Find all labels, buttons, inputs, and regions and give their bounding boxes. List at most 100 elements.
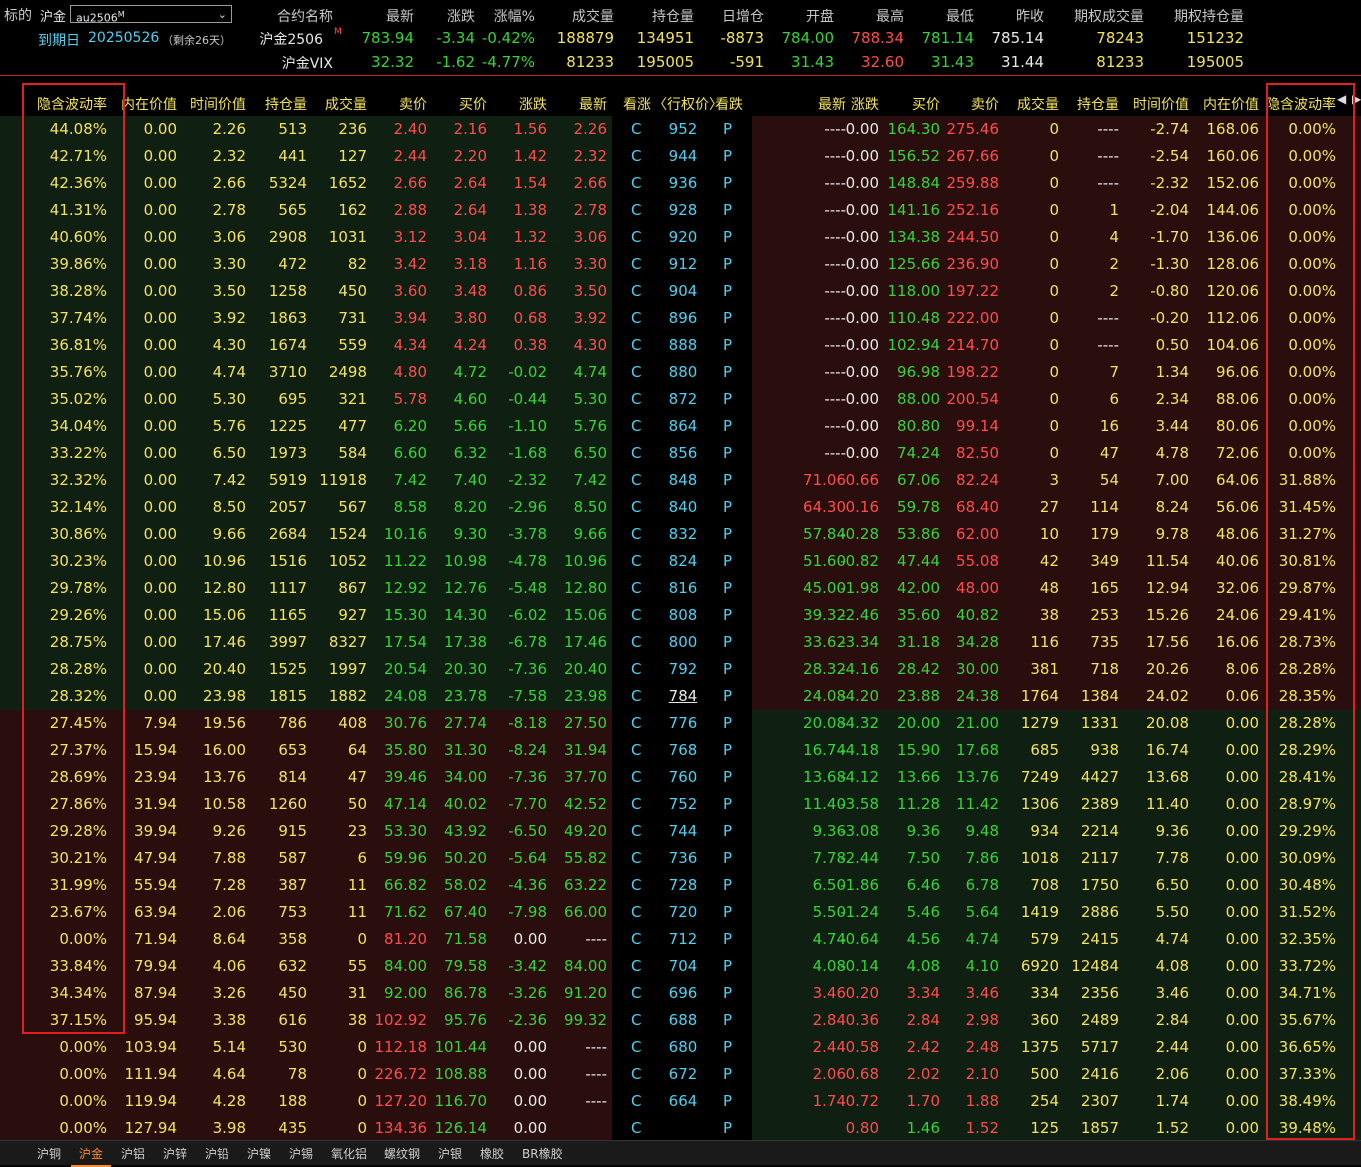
call-cell-8[interactable]: 2.26: [574, 120, 607, 138]
strike-price[interactable]: 776: [660, 714, 706, 732]
put-cell-8[interactable]: 0.00%: [1288, 201, 1336, 219]
put-cell-1[interactable]: 0.00: [846, 201, 879, 219]
call-cell-3[interactable]: 441: [278, 147, 307, 165]
call-cell-4[interactable]: 64: [348, 741, 367, 759]
call-cell-7[interactable]: -4.78: [508, 552, 547, 570]
call-cell-8[interactable]: 27.50: [564, 714, 607, 732]
call-cell-6[interactable]: 101.44: [435, 1038, 488, 1056]
scroll-left-icon[interactable]: ◀: [1337, 92, 1346, 106]
call-cell-8[interactable]: 4.74: [574, 363, 607, 381]
put-cell-7[interactable]: 40.06: [1216, 552, 1259, 570]
put-cell-8[interactable]: 30.48%: [1279, 876, 1336, 894]
call-cell-6[interactable]: 50.20: [444, 849, 487, 867]
call-cell-4[interactable]: 50: [348, 795, 367, 813]
call-flag[interactable]: C: [631, 822, 641, 840]
put-cell-5[interactable]: 16: [1100, 417, 1119, 435]
put-cell-5[interactable]: ----: [1097, 309, 1119, 327]
call-cell-1[interactable]: 0.00: [144, 633, 177, 651]
call-cell-4[interactable]: 11: [348, 903, 367, 921]
put-cell-6[interactable]: 4.74: [1156, 930, 1189, 948]
put-col-header-3[interactable]: 卖价: [971, 94, 999, 114]
call-cell-4[interactable]: 1997: [329, 660, 367, 678]
put-cell-0[interactable]: ----: [824, 174, 846, 192]
put-cell-6[interactable]: 11.40: [1146, 795, 1189, 813]
put-cell-0[interactable]: ----: [824, 255, 846, 273]
call-cell-8[interactable]: ----: [585, 1092, 607, 1110]
put-cell-3[interactable]: 1.88: [966, 1092, 999, 1110]
put-cell-8[interactable]: 28.35%: [1279, 687, 1336, 705]
strike-price[interactable]: 744: [660, 822, 706, 840]
put-cell-2[interactable]: 141.16: [888, 201, 941, 219]
call-cell-5[interactable]: 2.40: [394, 120, 427, 138]
put-cell-8[interactable]: 28.41%: [1279, 768, 1336, 786]
call-cell-0[interactable]: 37.74%: [50, 309, 107, 327]
strike-price[interactable]: 824: [660, 552, 706, 570]
put-flag[interactable]: P: [723, 498, 732, 516]
strike-price[interactable]: 872: [660, 390, 706, 408]
call-cell-5[interactable]: 4.80: [394, 363, 427, 381]
put-cell-8[interactable]: 0.00%: [1288, 120, 1336, 138]
table-row[interactable]: 0.00% 119.94 4.28 188 0 127.20 116.70 0.00 ---- C…: [0, 1088, 1361, 1115]
call-cell-5[interactable]: 102.92: [375, 1011, 428, 1029]
call-flag[interactable]: C: [631, 579, 641, 597]
put-cell-3[interactable]: 68.40: [956, 498, 999, 516]
put-cell-0[interactable]: ----: [824, 444, 846, 462]
put-cell-4[interactable]: 6920: [1021, 957, 1059, 975]
put-cell-3[interactable]: 2.98: [966, 1011, 999, 1029]
strike-price[interactable]: 768: [660, 741, 706, 759]
put-cell-2[interactable]: 9.36: [907, 822, 940, 840]
put-cell-8[interactable]: 0.00%: [1288, 147, 1336, 165]
mid-col-header-1[interactable]: 〈行权价〉: [653, 94, 723, 114]
put-cell-3[interactable]: 2.10: [966, 1065, 999, 1083]
table-row[interactable]: 35.02% 0.00 5.30 695 321 5.78 4.60 -0.44 5.30 C 87…: [0, 386, 1361, 413]
call-cell-5[interactable]: 12.92: [384, 579, 427, 597]
call-cell-5[interactable]: 3.94: [394, 309, 427, 327]
call-cell-0[interactable]: 29.78%: [50, 579, 107, 597]
call-cell-2[interactable]: 17.46: [203, 633, 246, 651]
put-cell-1[interactable]: -4.12: [840, 768, 879, 786]
call-cell-4[interactable]: 867: [338, 579, 367, 597]
table-row[interactable]: 0.00% 71.94 8.64 358 0 81.20 71.58 0.00 ---- C 712…: [0, 926, 1361, 953]
call-cell-8[interactable]: 99.32: [564, 1011, 607, 1029]
call-cell-8[interactable]: 37.70: [564, 768, 607, 786]
call-cell-0[interactable]: 0.00%: [59, 1038, 107, 1056]
call-cell-4[interactable]: 559: [338, 336, 367, 354]
call-cell-3[interactable]: 1260: [269, 795, 307, 813]
put-cell-4[interactable]: 0: [1049, 147, 1059, 165]
call-cell-3[interactable]: 3997: [269, 633, 307, 651]
call-flag[interactable]: C: [631, 552, 641, 570]
call-cell-8[interactable]: ----: [585, 930, 607, 948]
put-cell-4[interactable]: 381: [1030, 660, 1059, 678]
put-cell-1[interactable]: 0.80: [846, 1119, 879, 1137]
table-row[interactable]: 41.31% 0.00 2.78 565 162 2.88 2.64 1.38 2.78 C 928…: [0, 197, 1361, 224]
call-flag[interactable]: C: [631, 255, 641, 273]
call-cell-0[interactable]: 0.00%: [59, 930, 107, 948]
call-cell-5[interactable]: 8.58: [394, 498, 427, 516]
put-cell-1[interactable]: -2.44: [840, 849, 879, 867]
put-flag[interactable]: P: [723, 174, 732, 192]
call-cell-6[interactable]: 71.58: [444, 930, 487, 948]
call-cell-2[interactable]: 3.26: [213, 984, 246, 1002]
put-cell-4[interactable]: 1375: [1021, 1038, 1059, 1056]
put-cell-8[interactable]: 33.72%: [1279, 957, 1336, 975]
call-cell-6[interactable]: 2.64: [454, 174, 487, 192]
call-cell-2[interactable]: 23.98: [203, 687, 246, 705]
call-cell-8[interactable]: 42.52: [564, 795, 607, 813]
put-cell-8[interactable]: 28.97%: [1279, 795, 1336, 813]
call-cell-2[interactable]: 19.56: [203, 714, 246, 732]
put-cell-4[interactable]: 27: [1040, 498, 1059, 516]
strike-price[interactable]: 712: [660, 930, 706, 948]
call-cell-6[interactable]: 17.38: [444, 633, 487, 651]
put-cell-3[interactable]: 62.00: [956, 525, 999, 543]
call-cell-1[interactable]: 79.94: [134, 957, 177, 975]
call-cell-2[interactable]: 9.26: [213, 822, 246, 840]
call-cell-8[interactable]: 49.20: [564, 822, 607, 840]
symbol-select[interactable]: au2506M ⌄: [70, 5, 232, 25]
put-cell-3[interactable]: 244.50: [947, 228, 1000, 246]
put-cell-8[interactable]: 28.28%: [1279, 714, 1336, 732]
table-row[interactable]: 34.04% 0.00 5.76 1225 477 6.20 5.66 -1.10 5.76 C 8…: [0, 413, 1361, 440]
put-flag[interactable]: P: [723, 957, 732, 975]
put-cell-4[interactable]: 0: [1049, 417, 1059, 435]
put-cell-5[interactable]: 12484: [1071, 957, 1119, 975]
put-cell-7[interactable]: 0.00: [1226, 930, 1259, 948]
